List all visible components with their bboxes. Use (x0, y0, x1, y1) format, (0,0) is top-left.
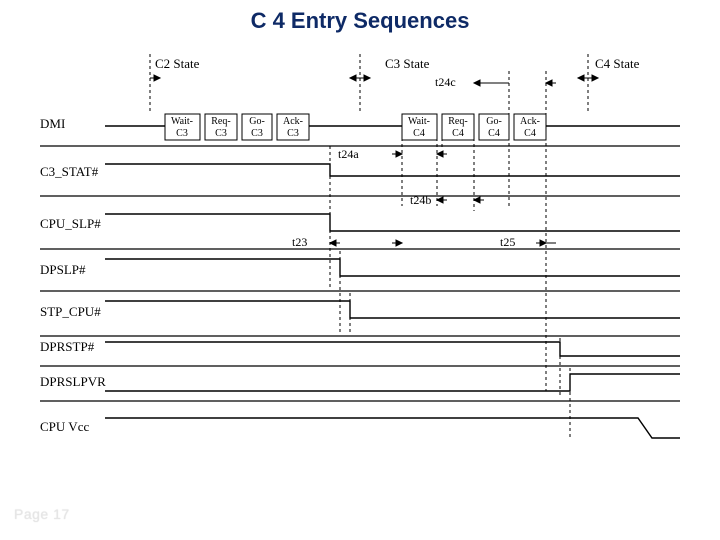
wave-cpuvcc (105, 418, 680, 438)
svg-text:Go-: Go- (249, 116, 265, 127)
label-dprslpvr: DPRSLPVR (40, 374, 106, 389)
svg-text:Go-: Go- (486, 116, 502, 127)
timing-t24c: t24c (435, 75, 456, 89)
timing-t24b: t24b (410, 193, 431, 207)
dmi-msg-ack-c3: Ack- C3 (277, 114, 309, 140)
svg-text:Req-: Req- (448, 116, 467, 127)
dmi-msg-wait-c3: Wait- C3 (165, 114, 200, 140)
svg-text:C3: C3 (251, 128, 263, 139)
timing-t25: t25 (500, 235, 515, 249)
dmi-msg-go-c4: Go- C4 (479, 114, 509, 140)
label-cpuvcc: CPU Vcc (40, 419, 89, 434)
wave-c3stat (105, 164, 680, 176)
label-dmi: DMI (40, 116, 65, 131)
dmi-msg-req-c3: Req- C3 (205, 114, 237, 140)
timing-t23: t23 (292, 235, 307, 249)
dmi-msg-go-c3: Go- C3 (242, 114, 272, 140)
label-dprstp: DPRSTP# (40, 339, 95, 354)
dmi-msg-wait-c4: Wait- C4 (402, 114, 437, 140)
svg-text:C3: C3 (215, 128, 227, 139)
label-stpcpu: STP_CPU# (40, 304, 101, 319)
wave-dprslpvr (105, 374, 680, 391)
page-title: C 4 Entry Sequences (0, 8, 720, 34)
svg-text:C4: C4 (524, 128, 536, 139)
page-number: Page 17 (14, 506, 70, 522)
wave-stpcpu (105, 301, 680, 318)
state-c3: C3 State (385, 56, 430, 71)
svg-text:C4: C4 (413, 128, 425, 139)
svg-text:C4: C4 (452, 128, 464, 139)
svg-text:C3: C3 (287, 128, 299, 139)
dmi-msg-req-c4: Req- C4 (442, 114, 474, 140)
svg-text:Req-: Req- (211, 116, 230, 127)
label-cpuslp: CPU_SLP# (40, 216, 101, 231)
wave-cpuslp (105, 214, 680, 231)
label-dpslp: DPSLP# (40, 262, 86, 277)
state-c2: C2 State (155, 56, 200, 71)
svg-text:C3: C3 (176, 128, 188, 139)
timing-diagram: C2 State C3 State C4 State DMI C3_STAT# … (40, 46, 680, 486)
svg-text:Ack-: Ack- (520, 116, 540, 127)
svg-text:Wait-: Wait- (408, 116, 430, 127)
svg-text:Wait-: Wait- (171, 116, 193, 127)
wave-dpslp (105, 259, 680, 276)
state-c4: C4 State (595, 56, 640, 71)
svg-text:C4: C4 (488, 128, 500, 139)
timing-t24a: t24a (338, 147, 359, 161)
dmi-msg-ack-c4: Ack- C4 (514, 114, 546, 140)
svg-text:Ack-: Ack- (283, 116, 303, 127)
label-c3stat: C3_STAT# (40, 164, 99, 179)
wave-dprstp (105, 342, 680, 356)
